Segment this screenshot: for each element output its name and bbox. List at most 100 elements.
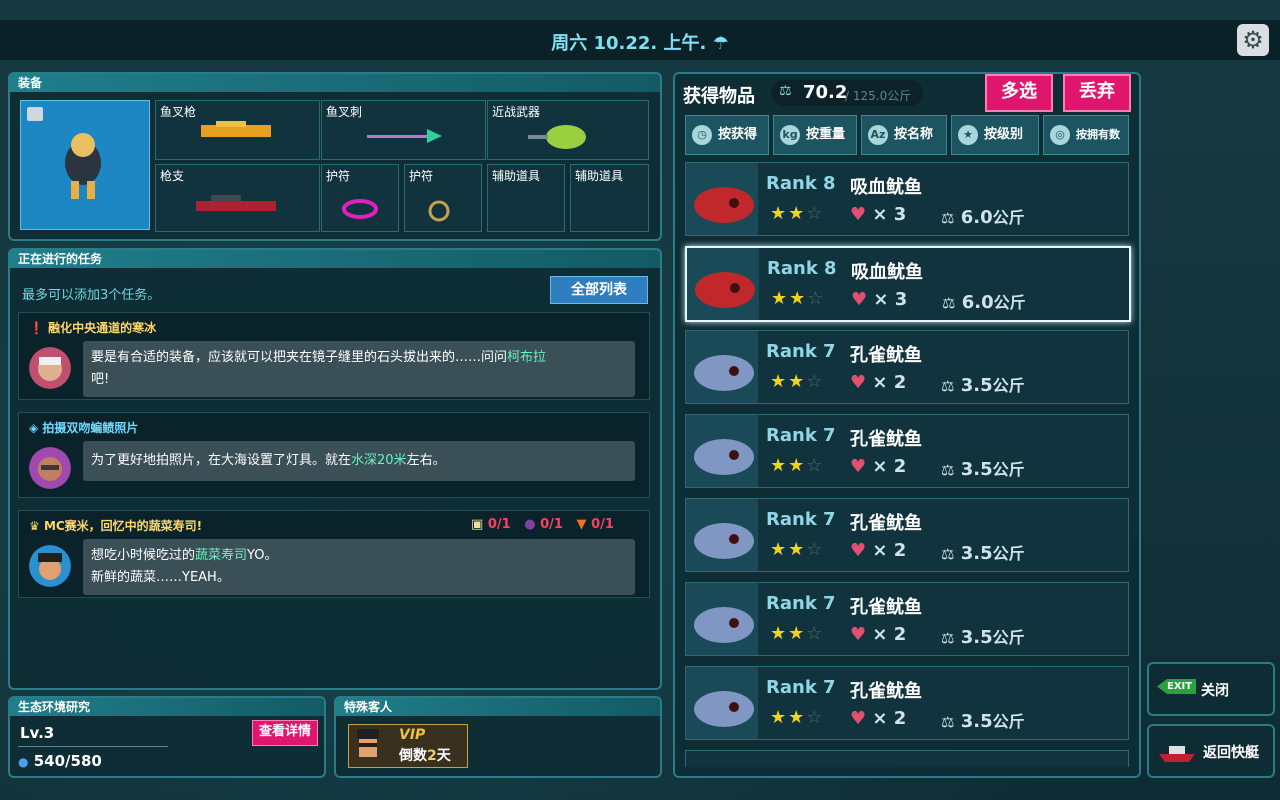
eco-research-panel: 生态环境研究 Lv.3 查看详情 ● 540/580	[8, 696, 326, 778]
inventory-row[interactable]: Rank 7 孔雀鱿鱼 ★★☆ ♥ × 2 ⚖ 3.5公斤	[685, 498, 1129, 572]
eco-points: ● 540/580	[18, 752, 102, 770]
clock-icon: ◷	[692, 124, 712, 145]
fish-weight: ⚖ 3.5公斤	[941, 375, 1025, 396]
aux-item-slot-2[interactable]: 辅助道具	[570, 164, 649, 232]
inventory-row[interactable]: Rank 8 吸血鱿鱼 ★★☆ ♥ × 3 ⚖ 6.0公斤	[685, 246, 1131, 322]
slot-label: 辅助道具	[492, 169, 541, 183]
fish-quantity: ♥ × 2	[850, 372, 907, 393]
aux-item-slot-1[interactable]: 辅助道具	[487, 164, 565, 232]
character-avatar-slot[interactable]	[20, 100, 150, 230]
star-icon: ☆	[807, 288, 826, 309]
slot-label: 枪支	[160, 169, 185, 183]
harpoon-gun-slot[interactable]: 鱼叉枪	[155, 100, 320, 160]
eggplant-ingredient-icon: ●	[524, 517, 536, 532]
weight-icon: ⚖	[941, 713, 955, 731]
star-icon: ★	[788, 539, 807, 560]
fish-thumbnail-icon	[687, 248, 759, 320]
weight-icon: ⚖	[779, 83, 792, 99]
fish-thumbnail-icon	[686, 499, 758, 571]
inventory-title: 获得物品	[683, 86, 755, 107]
old-man-avatar	[29, 347, 71, 389]
star-icon: ★	[788, 455, 807, 476]
fish-thumbnail-icon	[686, 331, 758, 403]
slot-label: 辅助道具	[575, 169, 624, 183]
charm-slot-2[interactable]: 护符	[404, 164, 482, 232]
meat-icon: ♥	[850, 456, 867, 477]
fish-stars: ★★☆	[770, 539, 824, 560]
star-icon: ★	[789, 288, 808, 309]
return-to-boat-button[interactable]: 返回快艇	[1147, 724, 1275, 778]
diver-character-icon	[27, 107, 101, 199]
sort-by-acquired-tab[interactable]: ◷ 按获得	[685, 115, 769, 155]
settings-gear-icon[interactable]: ⚙	[1237, 24, 1269, 56]
az-icon: Az	[868, 124, 888, 145]
melee-weapon-slot[interactable]: 近战武器	[487, 100, 649, 160]
date-display: 周六 10.22. 上午. ☂	[551, 33, 729, 54]
fish-quantity: ♥ × 2	[850, 624, 907, 645]
fish-thumbnail-icon	[686, 415, 758, 487]
meat-icon: ♥	[850, 624, 867, 645]
slot-label: 近战武器	[492, 105, 541, 119]
close-button[interactable]: EXIT 关闭	[1147, 662, 1275, 716]
charm-slot-1[interactable]: 护符	[321, 164, 399, 232]
star-icon: ☆	[806, 203, 825, 224]
rain-cloud-icon: ☂	[712, 33, 729, 54]
inventory-row[interactable]: Rank 8 吸血鱿鱼 ★★☆ ♥ × 3 ⚖ 6.0公斤	[685, 162, 1129, 236]
meat-icon: ♥	[850, 204, 867, 225]
fish-rank: Rank 8	[766, 173, 836, 194]
fish-thumbnail-icon	[686, 163, 758, 235]
inventory-row[interactable]: Rank 7 孔雀鱿鱼 ★★☆ ♥ × 2 ⚖ 3.5公斤	[685, 414, 1129, 488]
boat-icon	[1159, 746, 1195, 762]
inventory-row[interactable]: Rank 7 孔雀鱿鱼 ★★☆ ♥ × 2 ⚖ 3.5公斤	[685, 666, 1129, 740]
quest-card[interactable]: ◈ 拍摄双吻蝙鲼照片 为了更好地拍照片，在大海设置了灯具。就在水深20米左右。	[18, 412, 650, 498]
slot-label: 护符	[409, 169, 434, 183]
quest-requirements: ▣ 0/1 ● 0/1 ▼ 0/1	[471, 517, 614, 532]
fish-weight: ⚖ 3.5公斤	[941, 543, 1025, 564]
star-icon: ★	[770, 371, 789, 392]
sort-by-count-tab[interactable]: ◎ 按拥有数	[1043, 115, 1129, 155]
fish-quantity: ♥ × 2	[850, 708, 907, 729]
star-icon: ★	[788, 623, 807, 644]
fish-rank: Rank 7	[766, 425, 836, 446]
star-icon: ★	[788, 203, 807, 224]
eco-level: Lv.3	[20, 724, 55, 742]
multi-select-button[interactable]: 多选	[985, 74, 1053, 112]
fish-rank: Rank 7	[766, 509, 836, 530]
top-bar: 周六 10.22. 上午. ☂	[0, 20, 1280, 60]
star-icon: ★	[788, 371, 807, 392]
fish-stars: ★★☆	[770, 203, 824, 224]
inventory-row[interactable]: Rank 7 孔雀鱿鱼 ★★☆ ♥ × 2 ⚖ 3.5公斤	[685, 582, 1129, 656]
sort-by-weight-tab[interactable]: kg 按重量	[773, 115, 857, 155]
discard-button[interactable]: 丢弃	[1063, 74, 1131, 112]
sort-by-rank-tab[interactable]: ★ 按级别	[951, 115, 1039, 155]
slot-label: 鱼叉枪	[160, 105, 197, 119]
quest-description: 为了更好地拍照片，在大海设置了灯具。就在水深20米左右。	[83, 441, 635, 481]
quest-card[interactable]: ♛ MC赛米，回忆中的蔬菜寿司! ▣ 0/1 ● 0/1 ▼ 0/1 想吃小时候…	[18, 510, 650, 598]
quests-hint: 最多可以添加3个任务。	[22, 288, 161, 303]
vip-card[interactable]: VIP 倒数2天	[348, 724, 468, 768]
special-guest-title: 特殊客人	[336, 698, 660, 716]
meat-icon: ♥	[850, 540, 867, 561]
quest-description: 要是有合适的装备，应该就可以把夹在镜子缝里的石头拔出来的……问问柯布拉 吧!	[83, 341, 635, 397]
carrot-ingredient-icon: ▼	[576, 517, 587, 532]
eco-research-title: 生态环境研究	[10, 698, 324, 716]
star-icon: ☆	[806, 539, 825, 560]
view-details-button[interactable]: 查看详情	[252, 720, 318, 746]
star-icon: ☆	[806, 623, 825, 644]
harpoon-tip-slot[interactable]: 鱼叉刺	[321, 100, 486, 160]
star-icon: ★	[770, 707, 789, 728]
fish-thumbnail-icon	[686, 583, 758, 655]
inventory-row[interactable]: Rank 7 孔雀鱿鱼 ★★☆ ♥ × 2 ⚖ 3.5公斤	[685, 330, 1129, 404]
all-quests-button[interactable]: 全部列表	[550, 276, 648, 304]
fish-stars: ★★☆	[770, 623, 824, 644]
photographer-avatar	[29, 447, 71, 489]
stack-icon: ◎	[1050, 125, 1070, 145]
fish-stars: ★★☆	[770, 455, 824, 476]
quest-card[interactable]: ❗ 融化中央通道的寒冰 要是有合适的装备，应该就可以把夹在镜子缝里的石头拔出来的…	[18, 312, 650, 400]
fish-quantity: ♥ × 3	[851, 289, 908, 310]
fish-weight: ⚖ 6.0公斤	[942, 292, 1026, 313]
star-icon: ★	[770, 539, 789, 560]
star-icon: ★	[770, 623, 789, 644]
gun-slot[interactable]: 枪支	[155, 164, 320, 232]
sort-by-name-tab[interactable]: Az 按名称	[861, 115, 947, 155]
